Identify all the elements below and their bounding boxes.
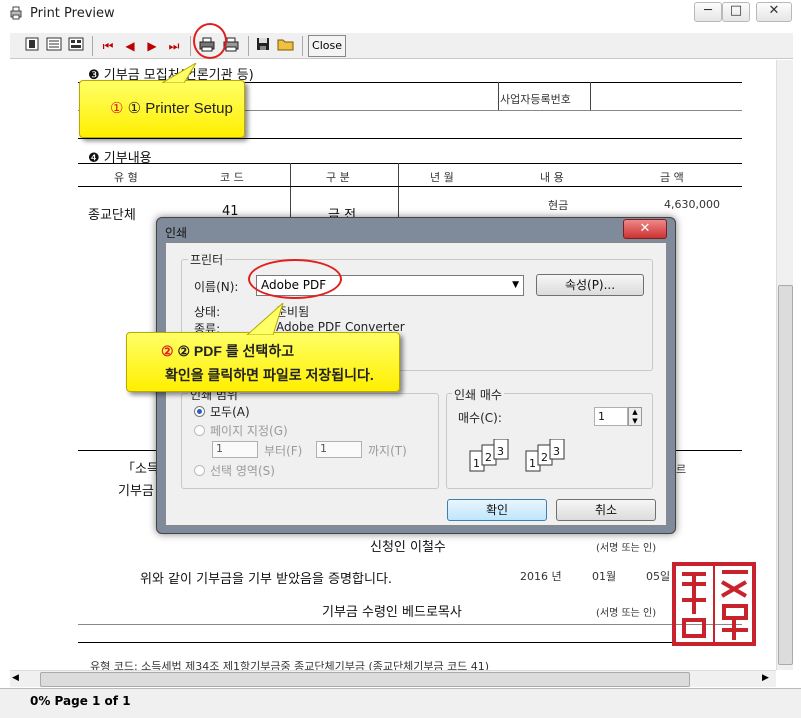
- dialog-title: 인쇄: [165, 226, 188, 240]
- svg-text:2: 2: [541, 451, 548, 464]
- fragment-right: 르: [676, 463, 687, 476]
- status-label: 상태:: [194, 305, 221, 319]
- last-page-icon[interactable]: ⏭: [164, 36, 184, 56]
- row-content: 현금: [548, 199, 569, 212]
- close-window-button[interactable]: ✕: [756, 2, 792, 22]
- two-page-icon[interactable]: [44, 36, 64, 56]
- range-pages-radio[interactable]: [194, 425, 205, 436]
- properties-button[interactable]: 속성(P)...: [536, 274, 644, 296]
- to-page-field[interactable]: 1: [316, 441, 362, 458]
- applicant-sign: (서명 또는 인): [596, 543, 657, 554]
- col-code: 코 드: [220, 171, 244, 184]
- range-selection-radio[interactable]: [194, 465, 205, 476]
- save-icon[interactable]: [253, 36, 273, 56]
- from-label: 부터(F): [264, 444, 303, 458]
- col-kind: 구 분: [326, 171, 350, 184]
- printer-setup-highlight-ring: [193, 23, 227, 59]
- col-content: 내 용: [540, 171, 564, 184]
- open-icon[interactable]: [276, 36, 296, 56]
- printer-setup-callout-text: ① ① Printer Setup: [110, 99, 233, 117]
- svg-text:3: 3: [497, 445, 504, 458]
- ok-button[interactable]: 확인: [447, 499, 547, 521]
- printer-setup-callout: ① ① Printer Setup: [79, 63, 245, 138]
- one-page-icon[interactable]: [22, 36, 42, 56]
- horizontal-scroll-thumb[interactable]: [40, 672, 690, 687]
- to-label: 까지(T): [368, 444, 407, 458]
- copies-stepper[interactable]: ▲ ▼: [628, 407, 642, 426]
- col-yearmonth: 년 월: [430, 171, 454, 184]
- vertical-scroll-thumb[interactable]: [778, 285, 793, 665]
- col-amount: 금 액: [660, 171, 684, 184]
- adobe-pdf-highlight-ring: [248, 259, 342, 299]
- name-label: 이름(N):: [194, 280, 239, 294]
- printer-group-label: 프린터: [188, 251, 226, 268]
- row-amount: 4,630,000: [664, 198, 720, 211]
- fragment-left-2: 기부금: [118, 484, 154, 499]
- receiver-sign: (서명 또는 인): [596, 608, 657, 619]
- range-pages-label: 페이지 지정(G): [210, 424, 288, 438]
- close-button[interactable]: Close: [308, 35, 346, 57]
- multi-page-icon[interactable]: [66, 36, 86, 56]
- status-text: 0% Page 1 of 1: [30, 694, 131, 708]
- biz-reg-label: 사업자등록번호: [500, 93, 571, 106]
- applicant: 신청인 이철수: [370, 540, 446, 555]
- toolbar: ⏮ ◀ ▶ ⏭ Close: [10, 33, 793, 59]
- range-all-label: 모두(A): [210, 405, 250, 419]
- range-all-radio[interactable]: [194, 406, 205, 417]
- svg-text:2: 2: [485, 451, 492, 464]
- callout-1-label: ① Printer Setup: [127, 100, 233, 117]
- receiver: 기부금 수령인 베드로목사: [322, 605, 462, 620]
- dialog-close-button[interactable]: ✕: [623, 219, 667, 239]
- title-bar: Print Preview ─ □ ✕: [0, 0, 801, 28]
- col-type: 유 형: [114, 171, 138, 184]
- first-page-icon[interactable]: ⏮: [98, 36, 118, 56]
- collate-pages-icon: 1 2 3 1 2 3: [466, 438, 616, 478]
- certify-text: 위와 같이 기부금을 기부 받았음을 증명합니다.: [140, 572, 393, 587]
- horizontal-scrollbar[interactable]: ◀ ▶: [10, 670, 776, 687]
- callout-2-line2: 확인을 클릭하면 파일로 저장됩니다.: [165, 367, 374, 383]
- svg-text:1: 1: [529, 457, 536, 470]
- prev-page-icon[interactable]: ◀: [120, 36, 140, 56]
- cert-year: 2016 년: [520, 570, 562, 583]
- svg-text:1: 1: [473, 457, 480, 470]
- scroll-left-icon[interactable]: ◀: [12, 673, 19, 683]
- pdf-save-callout: ② ② PDF 를 선택하고 확인을 클릭하면 파일로 저장됩니다.: [126, 303, 400, 392]
- chevron-down-icon: ▼: [512, 280, 519, 290]
- cert-day: 05일: [646, 570, 671, 583]
- minimize-button[interactable]: ─: [694, 2, 722, 22]
- status-bar: 0% Page 1 of 1: [0, 688, 801, 718]
- print-preview-icon: [8, 5, 24, 21]
- fragment-left-1: 「소득: [122, 462, 159, 477]
- callout-number-1: ①: [110, 100, 124, 117]
- seal-stamp-icon: [670, 560, 758, 648]
- cert-month: 01월: [592, 570, 617, 583]
- scroll-right-icon[interactable]: ▶: [762, 673, 769, 683]
- from-page-field[interactable]: 1: [212, 441, 258, 458]
- callout-2-line1-row: ② ② PDF 를 선택하고: [161, 341, 294, 361]
- svg-text:3: 3: [553, 445, 560, 458]
- range-selection-label: 선택 영역(S): [210, 464, 275, 478]
- row-type: 종교단체: [88, 208, 136, 223]
- window-title: Print Preview: [30, 6, 115, 21]
- callout-2-line1: ② PDF 를 선택하고: [177, 343, 295, 359]
- next-page-icon[interactable]: ▶: [142, 36, 162, 56]
- callout-number-2: ②: [161, 343, 174, 359]
- vertical-scrollbar[interactable]: [776, 60, 793, 670]
- copies-label: 매수(C):: [458, 411, 502, 425]
- maximize-button[interactable]: □: [722, 2, 750, 22]
- copies-group-label: 인쇄 매수: [452, 386, 504, 403]
- cancel-button[interactable]: 취소: [556, 499, 656, 521]
- copies-input[interactable]: 1: [594, 407, 628, 426]
- footer-code-text: 유형 코드: 소득세법 제34조 제1항기부금중 종교단체기부금 (종교단체기부…: [90, 660, 490, 670]
